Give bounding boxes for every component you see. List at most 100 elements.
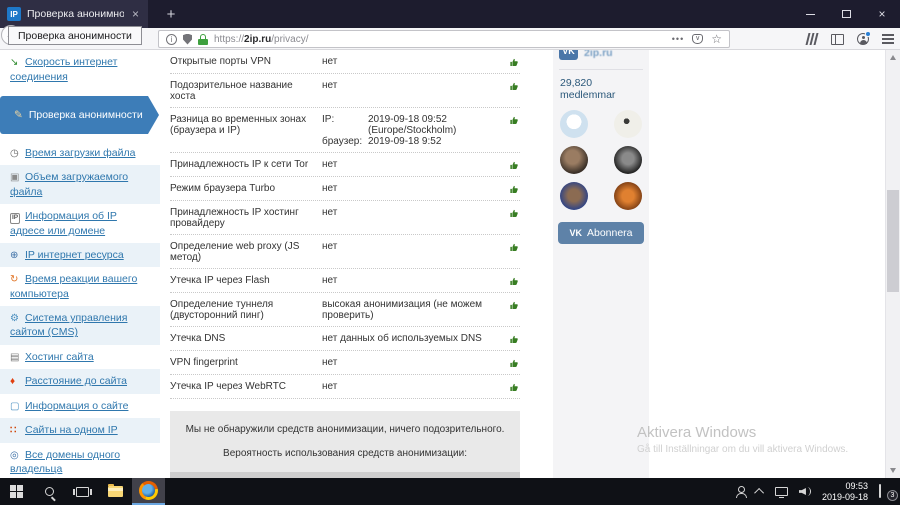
- task-view-button[interactable]: [66, 478, 99, 505]
- map-pin-icon: ♦: [10, 376, 16, 388]
- site-info-icon: ▢: [10, 400, 20, 412]
- secure-lock-icon[interactable]: [198, 33, 208, 45]
- vk-community-widget: VK 2ip.ru 29,820 medlemmar VK Abonnera: [553, 50, 649, 478]
- sidebar-toggle-icon[interactable]: [831, 33, 844, 45]
- table-row: Определение web proxy (JS метод) нет: [170, 235, 520, 269]
- start-button[interactable]: [0, 478, 33, 505]
- owner-domains-icon: ◎: [10, 449, 19, 461]
- same-ip-sites-icon: ∷: [10, 425, 17, 437]
- sidebar-item-same-ip[interactable]: ∷ Сайты на одном IP: [0, 418, 160, 443]
- sidebar-item-load-time[interactable]: ◷ Время загрузки файла: [0, 141, 160, 166]
- sidebar-item-cms[interactable]: ⚙ Система управления сайтом (CMS): [0, 305, 160, 345]
- sidebar-item-download-size[interactable]: ▣ Объем загружаемого файла: [0, 165, 160, 204]
- close-button[interactable]: ×: [864, 0, 900, 28]
- scroll-up-icon[interactable]: [890, 55, 896, 60]
- sidebar-item-owner-domains[interactable]: ◎ Все домены одного владельца: [0, 443, 160, 478]
- member-avatar[interactable]: [614, 182, 642, 210]
- summary-line1: Мы не обнаружили средств анонимизации, н…: [185, 424, 505, 435]
- new-tab-button[interactable]: +: [158, 0, 184, 28]
- sidebar-item-ip-resource[interactable]: ⊕ IP интернет ресурса: [0, 242, 160, 268]
- pocket-icon[interactable]: ∨: [692, 34, 704, 44]
- tab-close-icon[interactable]: ×: [130, 7, 141, 21]
- people-icon[interactable]: [735, 486, 747, 498]
- back-tooltip: Проверка анонимности: [8, 26, 142, 45]
- table-row: Определение туннеля (двусторонний пинг) …: [170, 293, 520, 327]
- cms-gear-icon: ⚙: [10, 312, 19, 324]
- sidebar-item-site-info[interactable]: ▢ Информация о сайте: [0, 394, 160, 419]
- account-icon[interactable]: [857, 31, 871, 45]
- anonymity-check-icon: ✎: [14, 108, 23, 121]
- folder-icon: [108, 484, 123, 497]
- thumbs-up-icon: [504, 275, 520, 287]
- sidebar-item-distance[interactable]: ♦ Расстояние до сайта: [0, 369, 160, 394]
- member-avatar[interactable]: [614, 110, 642, 138]
- vk-group-name[interactable]: 2ip.ru: [584, 50, 613, 59]
- sidebar-item-ip-info[interactable]: IP Информация об IP адресе или домене: [0, 204, 160, 243]
- member-avatar[interactable]: [560, 182, 588, 210]
- speaker-icon[interactable]: [799, 486, 811, 497]
- site-favicon-icon: IP: [7, 7, 21, 21]
- minimize-button[interactable]: [792, 0, 828, 28]
- url-text[interactable]: https://2ip.ru/privacy/: [214, 34, 666, 45]
- thumbs-up-icon: [504, 183, 520, 195]
- thumbs-up-icon: [504, 381, 520, 393]
- page-scrollbar[interactable]: [885, 50, 900, 478]
- thumbs-up-icon: [504, 357, 520, 369]
- file-explorer-button[interactable]: [99, 478, 132, 505]
- page-info-icon[interactable]: i: [166, 33, 177, 45]
- scrollbar-thumb[interactable]: [887, 190, 899, 292]
- table-row: Утечка IP через Flash нет: [170, 269, 520, 293]
- firefox-taskbar-button[interactable]: [132, 478, 165, 505]
- hosting-icon: ▤: [10, 351, 20, 363]
- thumbs-up-icon: [504, 114, 520, 126]
- page-actions-icon[interactable]: •••: [672, 34, 684, 44]
- vk-members-count[interactable]: 29,820 medlemmar: [553, 70, 649, 103]
- member-avatar[interactable]: [614, 146, 642, 174]
- scroll-down-icon[interactable]: [890, 468, 896, 473]
- sidebar-item-anonymity-active[interactable]: ✎ Проверка анонимности: [0, 95, 159, 134]
- notification-badge: 3: [887, 490, 898, 501]
- vk-logo-icon: VK: [559, 50, 578, 60]
- anonymity-results-table: Открытые порты VPN нет Подозрительное на…: [170, 50, 520, 505]
- taskbar-search-button[interactable]: [33, 478, 66, 505]
- clock-icon: ◷: [10, 147, 19, 159]
- ip-resource-icon: ⊕: [10, 249, 19, 261]
- sidebar-item-hosting[interactable]: ▤ Хостинг сайта: [0, 345, 160, 370]
- tracking-shield-icon[interactable]: [183, 33, 192, 45]
- menu-hamburger-icon[interactable]: [882, 34, 894, 44]
- url-actions: ••• ∨ ☆: [672, 32, 722, 46]
- table-row: Подозрительное название хоста нет: [170, 74, 520, 108]
- account-notification-dot: [865, 31, 871, 37]
- sidebar-item-reaction-time[interactable]: ↻ Время реакции вашего компьютера: [0, 267, 160, 306]
- vk-subscribe-button[interactable]: VK Abonnera: [558, 222, 644, 244]
- windows-logo-icon: [10, 485, 23, 498]
- action-center-button[interactable]: 3: [879, 484, 898, 501]
- table-row: Режим браузера Turbo нет: [170, 177, 520, 201]
- table-row: VPN fingerprint нет: [170, 351, 520, 375]
- member-avatar[interactable]: [560, 110, 588, 138]
- member-avatar[interactable]: [560, 146, 588, 174]
- thumbs-up-icon: [504, 80, 520, 92]
- bookmark-star-icon[interactable]: ☆: [711, 32, 722, 46]
- ip-info-icon: IP: [10, 212, 21, 224]
- site-sidebar: ↘ Скорость интернет соединения ✎ Проверка …: [0, 50, 160, 478]
- maximize-button[interactable]: [828, 0, 864, 28]
- network-icon[interactable]: [774, 487, 788, 498]
- tray-chevron-up-icon[interactable]: [754, 487, 764, 498]
- thumbs-up-icon: [504, 241, 520, 253]
- table-row: Принадлежность IP к сети Tor нет: [170, 153, 520, 177]
- window-controls: ×: [792, 0, 900, 28]
- summary-line2: Вероятность использования средств аноним…: [223, 448, 467, 459]
- url-bar[interactable]: i https://2ip.ru/privacy/ ••• ∨ ☆: [158, 30, 730, 48]
- download-size-icon: ▣: [10, 172, 20, 184]
- taskbar-clock[interactable]: 09:53 2019-09-18: [822, 481, 868, 502]
- browser-tab[interactable]: IP Проверка анонимности ×: [0, 0, 148, 28]
- thumbs-up-icon: [504, 56, 520, 68]
- vk-members-avatars: [553, 103, 649, 210]
- sidebar-item-speed[interactable]: ↘ Скорость интернет соединения: [0, 50, 160, 89]
- library-icon[interactable]: [805, 33, 819, 45]
- table-row: Принадлежность IP хостинг провайдеру нет: [170, 201, 520, 235]
- windows-taskbar: 09:53 2019-09-18 3: [0, 478, 900, 505]
- reaction-time-icon: ↻: [10, 274, 19, 286]
- table-row: Открытые порты VPN нет: [170, 50, 520, 74]
